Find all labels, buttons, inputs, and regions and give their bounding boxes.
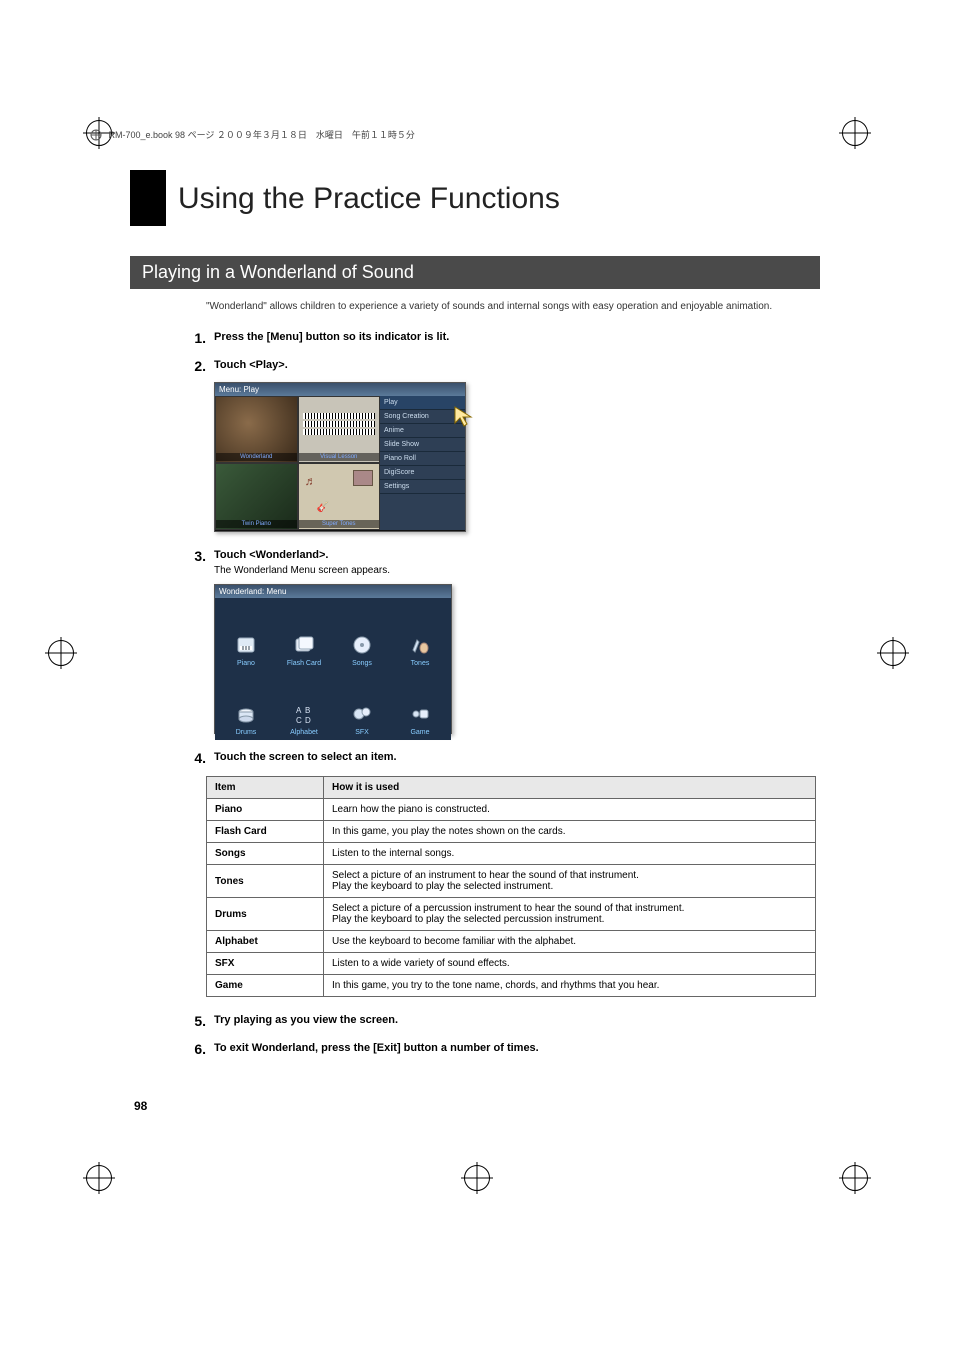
intro-text: "Wonderland" allows children to experien… bbox=[206, 301, 820, 312]
sidebar-item-settings: Settings bbox=[380, 480, 465, 494]
table-row: Flash CardIn this game, you play the not… bbox=[207, 821, 816, 843]
reg-mark-icon bbox=[86, 1165, 112, 1191]
step-subtext: The Wonderland Menu screen appears. bbox=[214, 565, 820, 576]
reg-mark-icon bbox=[464, 1165, 490, 1191]
screenshot-titlebar: Wonderland: Menu bbox=[215, 585, 451, 598]
svg-text:D: D bbox=[305, 716, 311, 725]
svg-text:A: A bbox=[296, 706, 302, 715]
step-number: 5. bbox=[180, 1013, 214, 1029]
wonder-item-songs: Songs bbox=[335, 602, 389, 667]
screenshot-wonderland-menu: Wonderland: Menu Piano Flash Card Songs … bbox=[214, 584, 452, 734]
sidebar-item-slide-show: Slide Show bbox=[380, 438, 465, 452]
title-decor-box bbox=[130, 170, 166, 226]
step-number: 4. bbox=[180, 750, 214, 766]
instruments-icon bbox=[409, 634, 431, 656]
step-number: 3. bbox=[180, 548, 214, 576]
sfx-icon bbox=[351, 703, 373, 725]
reg-mark-icon bbox=[48, 640, 74, 666]
items-table: Item How it is used PianoLearn how the p… bbox=[206, 776, 816, 997]
step-2: 2. Touch <Play>. bbox=[180, 358, 820, 374]
sidebar-item-piano-roll: Piano Roll bbox=[380, 452, 465, 466]
svg-text:C: C bbox=[296, 716, 302, 725]
chapter-title: Using the Practice Functions bbox=[178, 170, 560, 226]
cursor-pointer-icon bbox=[453, 405, 477, 432]
card-icon bbox=[293, 634, 315, 656]
table-row: AlphabetUse the keyboard to become famil… bbox=[207, 931, 816, 953]
reg-mark-icon bbox=[842, 1165, 868, 1191]
step-3: 3. Touch <Wonderland>. The Wonderland Me… bbox=[180, 548, 820, 576]
book-icon bbox=[90, 129, 102, 141]
table-row: TonesSelect a picture of an instrument t… bbox=[207, 865, 816, 898]
table-row: DrumsSelect a picture of a percussion in… bbox=[207, 898, 816, 931]
col-how: How it is used bbox=[324, 777, 816, 799]
step-title: Touch <Wonderland>. bbox=[214, 549, 820, 561]
screenshot-menu-play: Menu: Play Wonderland Visual Lesson bbox=[214, 382, 466, 532]
sidebar-item-digiscore: DigiScore bbox=[380, 466, 465, 480]
page-number: 98 bbox=[134, 1099, 147, 1113]
step-number: 6. bbox=[180, 1041, 214, 1057]
table-row: GameIn this game, you try to the tone na… bbox=[207, 975, 816, 997]
step-title: Touch the screen to select an item. bbox=[214, 751, 820, 763]
screenshot-titlebar: Menu: Play bbox=[215, 383, 465, 396]
wonder-item-tones: Tones bbox=[393, 602, 447, 667]
wonder-item-game: Game bbox=[393, 671, 447, 736]
section-header: Playing in a Wonderland of Sound bbox=[130, 256, 820, 289]
abc-icon: ABCD bbox=[293, 703, 315, 725]
wonder-item-alphabet: ABCD Alphabet bbox=[277, 671, 331, 736]
cd-icon bbox=[351, 634, 373, 656]
reg-mark-icon bbox=[842, 120, 868, 146]
step-5: 5. Try playing as you view the screen. bbox=[180, 1013, 820, 1029]
game-icon bbox=[409, 703, 431, 725]
piano-icon bbox=[235, 634, 257, 656]
step-6: 6. To exit Wonderland, press the [Exit] … bbox=[180, 1041, 820, 1057]
drum-icon bbox=[235, 703, 257, 725]
col-item: Item bbox=[207, 777, 324, 799]
step-title: Touch <Play>. bbox=[214, 359, 820, 371]
wonder-item-drums: Drums bbox=[219, 671, 273, 736]
wonder-item-flash-card: Flash Card bbox=[277, 602, 331, 667]
menu-cell-super-tones: ♬ 🎸 Super Tones bbox=[298, 463, 381, 530]
chapter-title-block: Using the Practice Functions bbox=[130, 170, 820, 226]
step-1: 1. Press the [Menu] button so its indica… bbox=[180, 330, 820, 346]
step-title: Press the [Menu] button so its indicator… bbox=[214, 331, 820, 343]
wonder-item-sfx: SFX bbox=[335, 671, 389, 736]
menu-cell-visual-lesson: Visual Lesson bbox=[298, 396, 381, 463]
table-row: SFXListen to a wide variety of sound eff… bbox=[207, 953, 816, 975]
menu-cell-wonderland: Wonderland bbox=[215, 396, 298, 463]
menu-cell-twin-piano: Twin Piano bbox=[215, 463, 298, 530]
step-title: To exit Wonderland, press the [Exit] but… bbox=[214, 1042, 820, 1054]
table-row: SongsListen to the internal songs. bbox=[207, 843, 816, 865]
step-number: 1. bbox=[180, 330, 214, 346]
svg-text:B: B bbox=[305, 706, 310, 715]
reg-mark-icon bbox=[880, 640, 906, 666]
step-title: Try playing as you view the screen. bbox=[214, 1014, 820, 1026]
step-number: 2. bbox=[180, 358, 214, 374]
table-row: PianoLearn how the piano is constructed. bbox=[207, 799, 816, 821]
wonder-item-piano: Piano bbox=[219, 602, 273, 667]
step-4: 4. Touch the screen to select an item. bbox=[180, 750, 820, 766]
